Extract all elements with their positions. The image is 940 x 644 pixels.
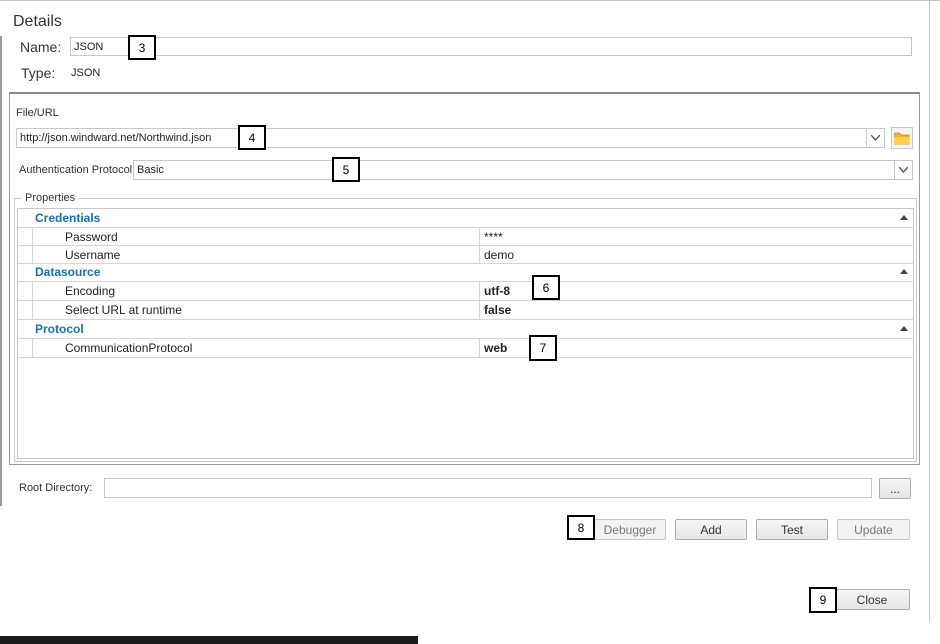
file-url-value: http://json.windward.net/Northwind.json (20, 132, 212, 144)
window-right-border (929, 0, 930, 622)
taskbar (0, 636, 418, 644)
property-value: false (484, 303, 512, 317)
add-button[interactable]: Add (675, 519, 747, 540)
file-url-combobox[interactable]: http://json.windward.net/Northwind.json (16, 128, 885, 148)
property-name: CommunicationProtocol (32, 339, 480, 357)
debugger-button[interactable]: Debugger (594, 519, 666, 540)
callout-3: 3 (128, 35, 156, 60)
collapse-icon[interactable] (900, 269, 908, 274)
property-name: Encoding (32, 282, 480, 300)
collapse-icon[interactable] (900, 326, 908, 331)
callout-7: 7 (529, 335, 557, 361)
name-input[interactable]: JSON (70, 37, 912, 56)
file-url-dropdown-icon[interactable] (866, 129, 884, 147)
callout-4: 4 (238, 125, 266, 150)
callout-6: 6 (532, 275, 560, 300)
properties-label: Properties (22, 192, 79, 204)
property-value: demo (484, 247, 515, 262)
folder-icon (894, 132, 910, 144)
property-name: Username (32, 246, 480, 263)
name-label: Name: (20, 39, 62, 55)
auth-protocol-label: Authentication Protocol (19, 164, 133, 176)
callout-9: 9 (809, 587, 837, 613)
root-directory-browse-button[interactable]: ... (879, 478, 911, 499)
property-row-encoding[interactable]: Encoding utf-8 (17, 282, 914, 301)
property-name: Password (32, 228, 480, 245)
root-directory-input[interactable] (104, 478, 872, 498)
category-label: Credentials (35, 211, 101, 225)
category-label: Datasource (35, 265, 101, 279)
callout-8: 8 (567, 515, 595, 540)
property-row-select-url-at-runtime[interactable]: Select URL at runtime false (17, 301, 914, 320)
details-title: Details (13, 13, 62, 30)
category-datasource[interactable]: Datasource (17, 263, 914, 282)
auth-protocol-value: Basic (137, 164, 164, 176)
property-row-communication-protocol[interactable]: CommunicationProtocol web (17, 339, 914, 358)
test-button[interactable]: Test (756, 519, 828, 540)
auth-protocol-dropdown-icon[interactable] (894, 161, 912, 179)
property-value: utf-8 (484, 284, 510, 298)
property-row-username[interactable]: Username demo (17, 246, 914, 264)
type-label: Type: (21, 65, 56, 81)
auth-protocol-combobox[interactable]: Basic (133, 160, 913, 180)
close-button[interactable]: Close (834, 589, 910, 610)
left-pane-border (0, 36, 2, 506)
property-value: web (484, 341, 508, 355)
category-label: Protocol (35, 322, 84, 336)
category-credentials[interactable]: Credentials (17, 209, 914, 228)
category-protocol[interactable]: Protocol (17, 320, 914, 339)
collapse-icon[interactable] (900, 215, 908, 220)
name-input-value: JSON (74, 40, 104, 53)
property-row-password[interactable]: Password **** (17, 228, 914, 246)
file-url-label: File/URL (16, 107, 59, 119)
browse-folder-button[interactable] (891, 127, 913, 149)
update-button[interactable]: Update (837, 519, 910, 540)
property-name: Select URL at runtime (32, 301, 480, 319)
window-top-border (0, 0, 940, 3)
property-value: **** (484, 229, 503, 244)
root-directory-label: Root Directory: (19, 482, 93, 494)
callout-5: 5 (332, 157, 360, 182)
type-value: JSON (71, 67, 101, 79)
